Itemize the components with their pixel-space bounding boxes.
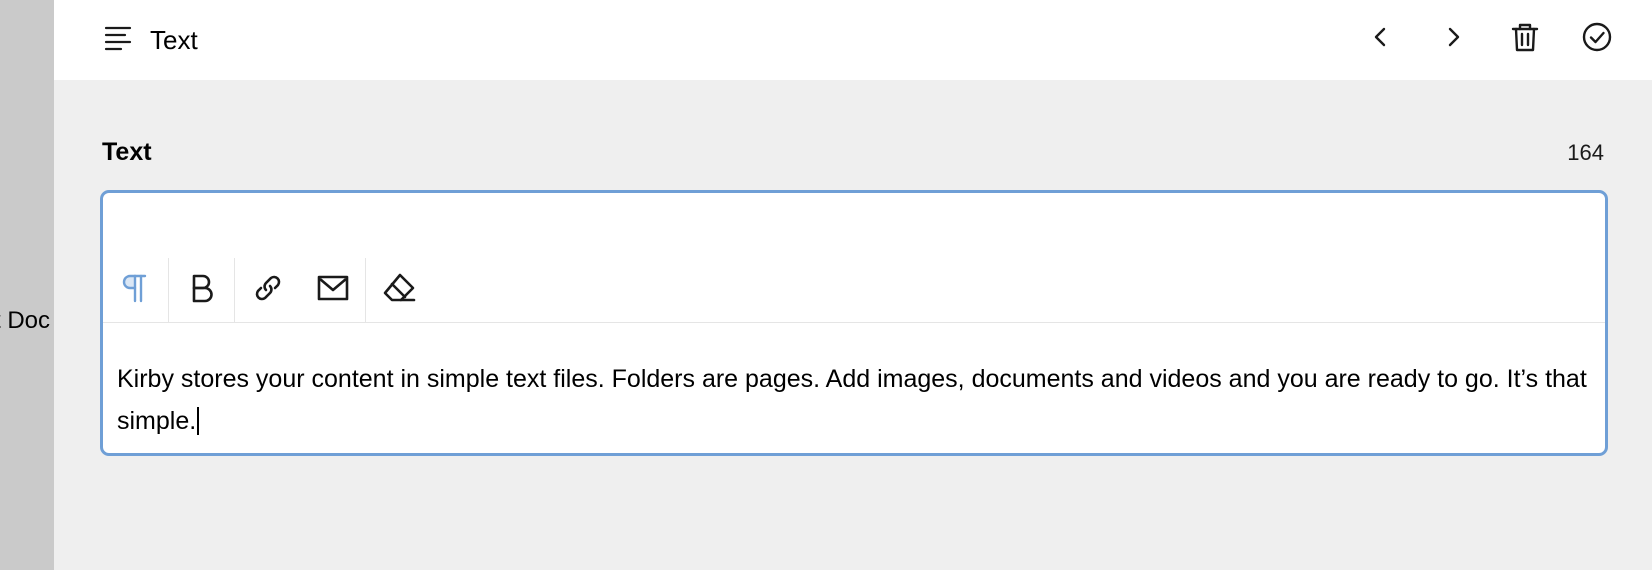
drawer-title-group: Text — [104, 22, 198, 58]
paragraph-button[interactable] — [103, 258, 168, 322]
paragraph-icon — [122, 272, 150, 309]
delete-button[interactable] — [1502, 16, 1548, 62]
email-icon — [317, 274, 349, 307]
chevron-right-icon — [1441, 25, 1465, 54]
character-counter: 164 — [1567, 140, 1604, 165]
email-button[interactable] — [300, 258, 365, 322]
chevron-left-icon — [1369, 25, 1393, 54]
text-drawer: Text Text 164 Kirby stores your content … — [54, 0, 1652, 570]
text-align-left-icon — [104, 24, 132, 57]
drawer-title: Text — [150, 25, 198, 55]
previous-button[interactable] — [1358, 16, 1404, 62]
next-button[interactable] — [1430, 16, 1476, 62]
editor-toolbar — [103, 258, 1605, 323]
drawer-actions — [1358, 16, 1620, 62]
writer-editor[interactable]: Kirby stores your content in simple text… — [100, 190, 1608, 456]
trash-icon — [1510, 22, 1540, 57]
check-circle-icon — [1581, 21, 1613, 58]
text-caret — [197, 407, 200, 435]
bold-button[interactable] — [169, 258, 234, 322]
confirm-button[interactable] — [1574, 16, 1620, 62]
field-label: Text — [102, 138, 152, 166]
editor-text: Kirby stores your content in simple text… — [117, 365, 1587, 435]
background-page-text: t Doc — [0, 307, 51, 334]
link-icon — [252, 272, 284, 309]
drawer-header: Text — [54, 0, 1652, 80]
page-backdrop[interactable]: t Doc — [0, 0, 54, 570]
clear-formatting-button[interactable] — [366, 258, 431, 322]
bold-icon — [189, 273, 215, 308]
link-button[interactable] — [235, 258, 300, 322]
eraser-icon — [382, 272, 416, 309]
editor-content[interactable]: Kirby stores your content in simple text… — [117, 358, 1587, 442]
